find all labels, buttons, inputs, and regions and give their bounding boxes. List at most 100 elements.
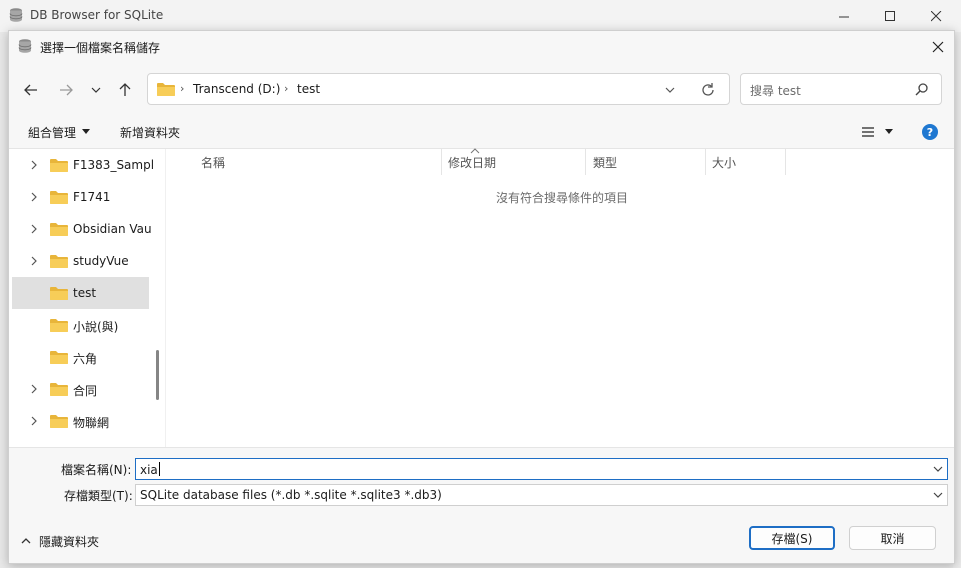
column-divider[interactable] [785,149,786,175]
file-type-label: 存檔類型(T): [64,489,133,503]
tree-item-label: 合同 [73,384,98,398]
forward-arrow-icon [60,84,73,96]
search-box[interactable]: 搜尋 test [740,73,942,105]
folder-icon [50,351,68,364]
chevron-right-icon[interactable] [29,384,39,394]
tree-item[interactable]: Obsidian Vau [12,213,152,245]
chevron-down-icon[interactable] [933,491,943,499]
column-name[interactable]: 名稱 [201,154,225,171]
close-icon [930,10,941,21]
view-icon[interactable] [861,126,875,138]
breadcrumb-folder[interactable]: test [297,82,320,96]
chevron-right-icon[interactable] [29,256,39,266]
minimize-icon [838,16,849,17]
address-bar[interactable]: › Transcend (D:) › test [147,73,730,105]
nav-scrollbar[interactable] [156,350,159,400]
refresh-icon[interactable] [700,82,716,98]
chevron-down-icon[interactable] [663,83,677,97]
column-headers: 名稱 修改日期 類型 大小 [166,148,954,177]
recent-locations-button[interactable] [84,78,108,102]
folder-icon [50,223,68,236]
text-cursor [158,462,160,476]
hide-folders-label: 隱藏資料夾 [39,535,100,549]
help-icon[interactable]: ? [922,124,938,140]
tree-item-label: F1383_Sampl [73,158,155,172]
tree-item[interactable]: 物聯網 [12,405,149,437]
breadcrumb-drive[interactable]: Transcend (D:) [193,82,280,96]
app-title: DB Browser for SQLite [30,8,164,22]
column-type[interactable]: 類型 [593,154,617,171]
file-name-input[interactable]: xia [135,458,948,480]
tree-item-label: 六角 [73,352,98,366]
file-name-text: xia [140,463,158,477]
search-icon[interactable] [915,82,929,96]
tree-item[interactable]: 合同 [12,373,149,405]
close-icon [932,41,944,53]
chevron-right-icon[interactable] [29,416,39,426]
save-dialog: 選擇一個檔案名稱儲存 › Transcend (D:) › test 搜尋 te… [8,30,955,564]
tree-item[interactable]: 小說(與) [12,309,149,341]
navigation-pane: F1383_Sampl F1741 Obsidian Vau studyVue … [9,149,165,447]
column-divider[interactable] [705,149,706,175]
search-placeholder: 搜尋 test [750,84,801,98]
cancel-button[interactable]: 取消 [849,526,936,550]
tree-item[interactable]: F1741 [12,181,149,213]
folder-icon [50,319,68,332]
minimize-button[interactable] [821,0,867,32]
folder-icon [50,415,68,428]
chevron-down-icon [91,87,101,93]
tree-item-selected[interactable]: test [12,277,149,309]
caret-down-icon[interactable] [885,129,893,135]
column-divider[interactable] [585,149,586,175]
chevron-up-icon [21,538,31,544]
new-folder-button[interactable]: 新增資料夾 [120,124,180,141]
dialog-titlebar: 選擇一個檔案名稱儲存 [9,31,954,62]
file-type-select[interactable]: SQLite database files (*.db *.sqlite *.s… [135,484,948,506]
save-button[interactable]: 存檔(S) [749,526,835,550]
chevron-right-icon[interactable] [29,160,39,170]
tree-item[interactable]: 六角 [12,341,149,373]
tree-item[interactable]: studyVue [12,245,149,277]
file-name-label: 檔案名稱(N): [61,463,132,477]
forward-button[interactable] [54,78,78,102]
tree-item-label: Obsidian Vau [73,222,152,236]
maximize-button[interactable] [867,0,913,32]
folder-icon [50,255,68,268]
tree-item-label: F1741 [73,190,111,204]
chevron-right-icon[interactable] [29,224,39,234]
pane-splitter[interactable] [165,149,166,447]
database-icon [18,39,32,53]
maximize-icon [884,10,895,21]
tree-item-label: studyVue [73,254,129,268]
column-size[interactable]: 大小 [712,154,736,171]
hide-folders-toggle[interactable]: 隱藏資料夾 [21,533,121,551]
app-close-button[interactable] [913,0,959,32]
chevron-right-icon[interactable] [29,192,39,202]
tree-item-label: 小說(與) [73,320,119,334]
organize-menu[interactable]: 組合管理 [28,124,76,141]
dialog-close-button[interactable] [928,37,948,57]
tree-item-label: 物聯網 [73,416,110,430]
tree-item-label: test [73,286,97,300]
up-arrow-icon [119,83,131,96]
chevron-down-icon[interactable] [933,465,943,473]
tree-item[interactable]: F1383_Sampl [12,149,154,181]
folder-icon [50,287,68,300]
file-name-value: xia [140,462,160,477]
up-button[interactable] [113,78,137,102]
folder-icon [50,159,68,172]
database-icon [9,8,23,22]
back-button[interactable] [19,78,43,102]
app-titlebar: DB Browser for SQLite [0,0,961,32]
folder-icon [50,191,68,204]
folder-icon [157,83,175,96]
breadcrumb-separator: › [180,82,185,95]
file-type-value: SQLite database files (*.db *.sqlite *.s… [140,488,442,502]
breadcrumb-separator: › [284,82,289,95]
caret-down-icon[interactable] [82,129,90,135]
column-divider[interactable] [441,149,442,175]
content-area: F1383_Sampl F1741 Obsidian Vau studyVue … [9,148,954,448]
column-date-modified[interactable]: 修改日期 [448,154,496,171]
back-arrow-icon [24,84,37,96]
empty-message: 沒有符合搜尋條件的項目 [496,191,629,205]
